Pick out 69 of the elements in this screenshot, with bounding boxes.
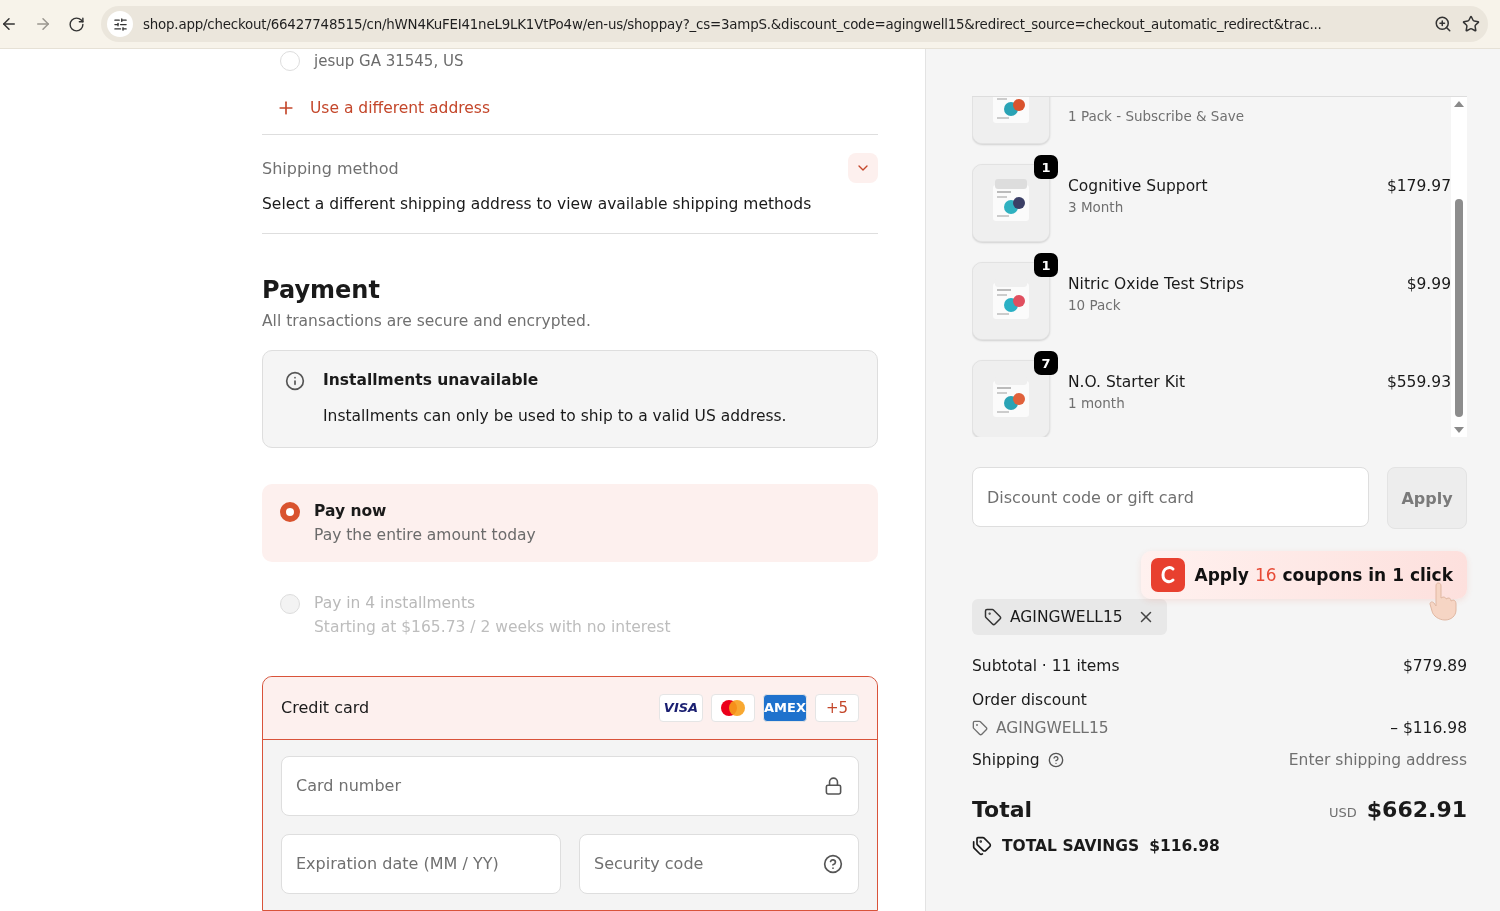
payment-subtitle: All transactions are secure and encrypted.: [262, 312, 592, 330]
notice-title: Installments unavailable: [323, 371, 540, 391]
forward-icon[interactable]: [34, 15, 52, 33]
product-variant: 1 month: [1068, 395, 1126, 411]
scrollbar[interactable]: [1451, 97, 1467, 437]
tune-icon[interactable]: [112, 16, 128, 32]
site-info-button[interactable]: [107, 11, 133, 37]
quantity-badge: 7: [1034, 351, 1058, 375]
payment-heading: Payment: [262, 276, 381, 304]
product-variant: 1 Pack - Subscribe & Save: [1068, 108, 1245, 124]
back-icon[interactable]: [0, 15, 18, 33]
product-name: Cognitive Support: [1068, 177, 1209, 195]
card-input-field[interactable]: Security code: [579, 834, 859, 894]
product-variant: 10 Pack: [1068, 297, 1122, 313]
option-title: Pay now: [314, 502, 388, 520]
subtotal-value: $779.89: [1402, 657, 1467, 675]
discount-code: AGINGWELL15: [996, 719, 1109, 737]
total-label: Total: [972, 797, 1033, 822]
help-icon[interactable]: [823, 854, 843, 874]
address-radio[interactable]: [280, 51, 300, 72]
payment-option[interactable]: Pay now Pay the entire amount today: [262, 484, 878, 562]
product-price: $559.93: [1386, 372, 1451, 391]
shipping-method-message: Select a different shipping address to view available shipping methods: [262, 195, 813, 214]
applied-code: AGINGWELL15: [1010, 608, 1123, 626]
coupon-app-logo: [1150, 558, 1185, 592]
tag-icon: [984, 608, 1002, 626]
bookmark-star-icon[interactable]: [1462, 15, 1480, 33]
product-name: N.O. Starter Kit: [1068, 373, 1187, 391]
order-discount-label: Order discount: [972, 691, 1087, 709]
subtotal-label: Subtotal · 11 items: [972, 657, 1120, 675]
total-value: $662.91: [1366, 797, 1467, 822]
pointing-hand-icon: [1429, 581, 1457, 621]
total-savings-label: TOTAL SAVINGS: [1002, 837, 1140, 855]
quantity-badge: 1: [1034, 155, 1058, 179]
zoom-icon[interactable]: [1434, 15, 1452, 33]
reload-icon[interactable]: [68, 15, 85, 33]
tag-icon: [972, 720, 988, 736]
help-icon[interactable]: [1047, 752, 1064, 768]
use-different-address-link[interactable]: Use a different address: [276, 91, 878, 125]
quantity-badge: 1: [1034, 253, 1058, 277]
lock-icon: [824, 776, 843, 796]
total-savings-value: $116.98: [1149, 837, 1220, 855]
currency-code: USD: [1329, 805, 1357, 820]
shipping-label: Shipping: [972, 751, 1040, 769]
address-text: jesup GA 31545, US: [314, 52, 464, 71]
option-description: Pay the entire amount today: [314, 526, 536, 544]
apply-coupons-button[interactable]: Apply 16 coupons in 1 click: [1140, 551, 1467, 599]
discount-value: – $116.98: [1390, 719, 1467, 737]
more-cards-badge: +5: [815, 694, 859, 722]
product-price: $179.97: [1386, 176, 1451, 195]
product-variant: 3 Month: [1068, 199, 1125, 215]
card-input-field[interactable]: Expiration date (MM / YY): [281, 834, 561, 894]
tags-icon: [972, 836, 992, 856]
shipping-method-heading: Shipping method: [262, 158, 399, 178]
card-input-field[interactable]: Card number: [281, 756, 859, 816]
mastercard-logo: [711, 694, 755, 722]
shipping-value: Enter shipping address: [1288, 751, 1467, 769]
visa-logo: VISA: [659, 694, 703, 722]
info-icon: [285, 371, 305, 391]
apply-button[interactable]: Apply: [1387, 467, 1467, 529]
notice-text: Installments can only be used to ship to a valid US address.: [323, 407, 788, 425]
discount-code-field[interactable]: Discount code or gift card: [972, 467, 1369, 527]
option-description: Starting at $165.73 / 2 weeks with no interest: [314, 618, 671, 636]
credit-card-label[interactable]: Credit card: [281, 698, 370, 718]
product-name: Nitric Oxide Test Strips: [1068, 275, 1246, 293]
option-title: Pay in 4 installments: [314, 594, 477, 612]
product-price: $9.99: [1406, 274, 1451, 293]
amex-logo: AMEX: [763, 694, 807, 722]
option-radio[interactable]: [280, 502, 300, 522]
